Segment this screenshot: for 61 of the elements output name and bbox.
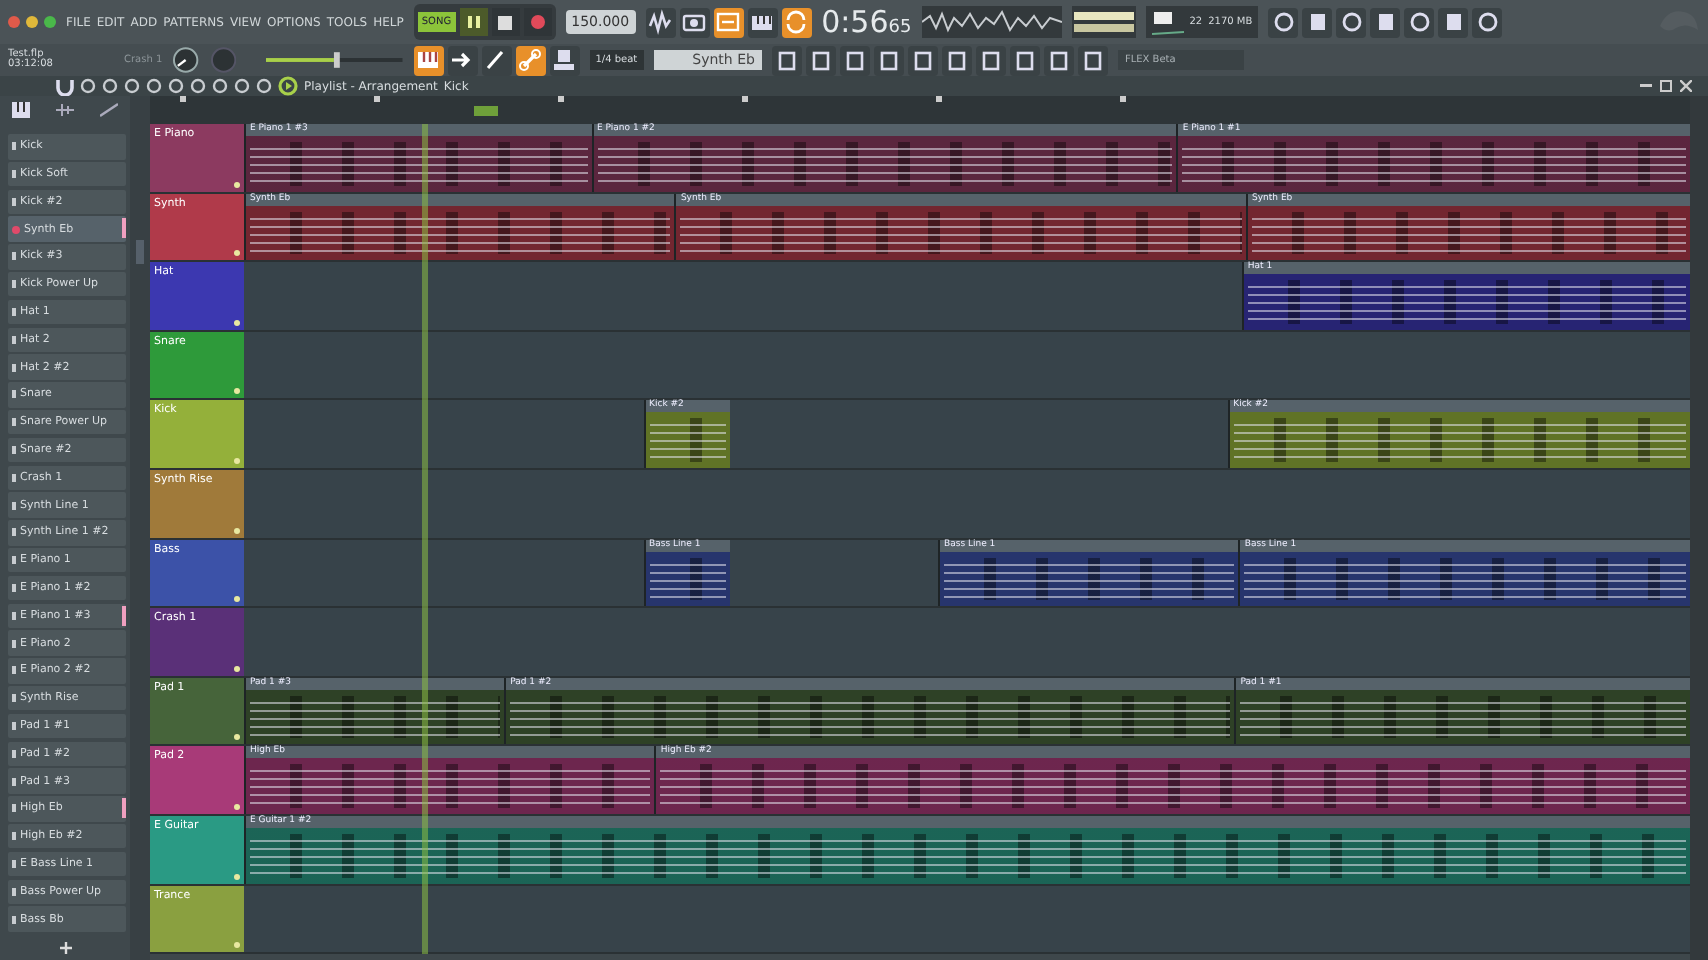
piano-icon[interactable] [12, 102, 31, 118]
toolbar-button[interactable] [1404, 7, 1435, 37]
maximize-icon[interactable] [44, 16, 56, 28]
stamp-icon [550, 46, 579, 74]
ruler-tick-icon [180, 96, 187, 102]
toolbar-button[interactable] [1044, 45, 1075, 75]
toolbar-button[interactable] [772, 45, 803, 75]
plus-icon [59, 942, 71, 954]
pause-icon [465, 14, 482, 30]
toolbar-button[interactable] [1078, 45, 1109, 75]
volume-meter-drawing [1071, 6, 1136, 38]
stop-icon [498, 15, 513, 29]
stop-button[interactable] [491, 8, 520, 36]
toolbar-button[interactable] [515, 45, 546, 75]
toolbar-button[interactable] [1336, 7, 1367, 37]
toolbar-button[interactable] [447, 45, 478, 75]
play-button[interactable] [459, 8, 488, 36]
minimize-icon[interactable] [1640, 80, 1652, 92]
scrollbar-thumb[interactable] [136, 240, 144, 264]
ruler-tick-icon [742, 96, 749, 102]
minimize-icon[interactable] [26, 16, 38, 28]
toolbar-button[interactable] [679, 7, 710, 37]
toolbar-button[interactable] [481, 45, 512, 75]
scrollbar[interactable] [1690, 96, 1708, 960]
toolbar-button[interactable] [413, 45, 444, 75]
toolbar-button[interactable] [549, 45, 580, 75]
restore-icon[interactable] [1660, 80, 1672, 92]
automation-icon[interactable] [99, 102, 118, 118]
toolbar-button[interactable] [806, 45, 837, 75]
close-icon[interactable] [1680, 80, 1692, 92]
ruler-tick-icon [1120, 96, 1127, 102]
toolbar-button[interactable] [1438, 7, 1469, 37]
add-button[interactable] [57, 940, 73, 956]
toolbar-button[interactable] [1010, 45, 1041, 75]
song-time-fraction: 65 [888, 18, 912, 38]
toolbar-button[interactable] [840, 45, 871, 75]
cpu-graph-drawing [1151, 8, 1184, 36]
toolbar-button[interactable] [781, 7, 812, 37]
toolbar-button[interactable] [1268, 7, 1299, 37]
record-icon [529, 14, 546, 30]
toolbar-button[interactable] [1302, 7, 1333, 37]
playhead-marker[interactable] [473, 106, 498, 116]
song-time: 0:56 [821, 4, 889, 40]
toolbar-button[interactable] [747, 7, 778, 37]
toolbar-button[interactable] [874, 45, 905, 75]
knob-icon[interactable] [172, 46, 200, 74]
master-volume-slider[interactable] [266, 52, 404, 68]
loop-icon [782, 8, 811, 36]
piano-icon [414, 46, 443, 74]
ruler-tick-icon [558, 96, 565, 102]
ruler-tick-icon [373, 96, 380, 102]
toolbar-button[interactable] [1472, 7, 1503, 37]
toolbar-button[interactable] [976, 45, 1007, 75]
toolbar-button[interactable] [1370, 7, 1401, 37]
magnet-icon[interactable] [56, 77, 74, 95]
ruler-tick-icon [935, 96, 942, 102]
playlist-icon [278, 76, 298, 96]
toolbar-button[interactable] [942, 45, 973, 75]
chain-icon [516, 46, 545, 74]
oscilloscope-drawing [921, 6, 1062, 38]
toolbar-button[interactable] [908, 45, 939, 75]
